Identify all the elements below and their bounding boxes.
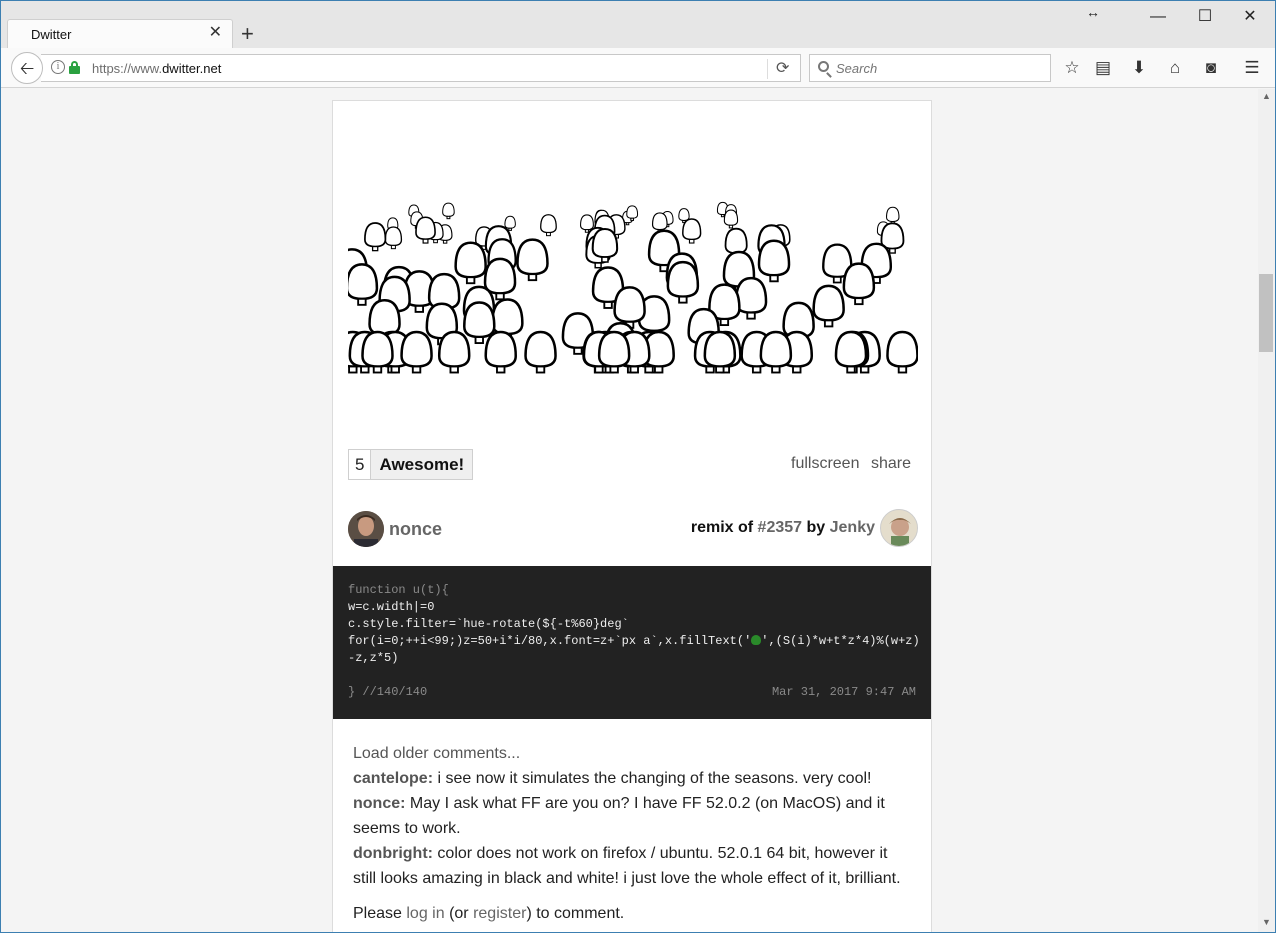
search-placeholder: Search — [836, 61, 878, 76]
tree-mark — [524, 330, 557, 374]
code-line: for(i=0;++i<99;)z=50+i*i/80,x.font=z+`px… — [348, 634, 752, 648]
tree-mark — [454, 241, 487, 285]
new-tab-icon[interactable]: + — [241, 23, 254, 45]
comments-section: Load older comments... cantelope: i see … — [353, 741, 913, 926]
close-tab-icon[interactable]: ✕ — [209, 25, 222, 41]
code-length: } //140/140 — [348, 685, 428, 699]
page-scrollbar[interactable]: ▲ ▼ — [1258, 89, 1275, 932]
load-older-comments-link[interactable]: Load older comments... — [353, 741, 913, 766]
tree-mark — [666, 260, 700, 304]
code-line: -z,z*5) — [348, 651, 399, 665]
search-input[interactable]: Search — [809, 54, 1051, 82]
tree-mark — [364, 222, 387, 252]
tree-mark — [734, 276, 768, 320]
code-line: w=c.width|=0 — [348, 600, 435, 614]
tree-mark — [886, 206, 900, 225]
author-avatar[interactable] — [348, 511, 384, 547]
tree-mark — [723, 209, 739, 229]
tab-strip: Dwitter ✕ + ↔ — ☐ ✕ — [1, 1, 1275, 49]
minimize-icon[interactable]: — — [1143, 7, 1173, 27]
register-link[interactable]: register — [473, 905, 526, 922]
reload-icon[interactable]: ⟳ — [776, 58, 789, 78]
resize-icon: ↔ — [1086, 4, 1100, 20]
fullscreen-link[interactable]: fullscreen — [791, 455, 859, 473]
code-block[interactable]: function u(t){ w=c.width|=0 c.style.filt… — [333, 566, 931, 719]
comment-author[interactable]: nonce: — [353, 795, 405, 812]
dweet-canvas[interactable] — [348, 176, 918, 381]
tree-mark — [682, 218, 702, 244]
dweet-card: 5 Awesome! fullscreen share nonce remix … — [332, 100, 932, 932]
search-icon — [818, 61, 829, 72]
back-button[interactable]: 🡠 — [11, 52, 43, 84]
remix-author-avatar[interactable] — [880, 509, 918, 547]
browser-window: Dwitter ✕ + ↔ — ☐ ✕ i https://www.dwitte… — [0, 0, 1276, 933]
comment-text: color does not work on firefox / ubuntu.… — [353, 845, 901, 887]
navigation-bar: i https://www.dwitter.net ⟳ 🡠 Search ☆ ▤… — [1, 48, 1275, 88]
tree-emoji-icon — [751, 635, 762, 645]
comment-text: May I ask what FF are you on? I have FF … — [353, 795, 885, 837]
info-icon[interactable]: i — [51, 60, 65, 74]
home-icon[interactable]: ⌂ — [1164, 57, 1186, 79]
author-name[interactable]: nonce — [389, 519, 442, 540]
bookmark-star-icon[interactable]: ☆ — [1061, 57, 1083, 79]
menu-icon[interactable]: ☰ — [1241, 57, 1263, 79]
code-header: function u(t){ — [348, 583, 449, 597]
comment: nonce: May I ask what FF are you on? I h… — [353, 791, 913, 841]
download-icon[interactable]: ⬇ — [1128, 57, 1150, 79]
tab-title: Dwitter — [31, 27, 72, 42]
post-date[interactable]: Mar 31, 2017 9:47 AM — [772, 685, 916, 699]
vote-count: 5 — [349, 450, 372, 479]
tab-dwitter[interactable]: Dwitter ✕ — [7, 19, 233, 49]
tree-mark — [348, 263, 379, 306]
comment-author[interactable]: donbright: — [353, 845, 433, 862]
scroll-up-icon[interactable]: ▲ — [1262, 91, 1271, 101]
lock-icon[interactable] — [69, 61, 80, 74]
share-link[interactable]: share — [871, 455, 911, 473]
reading-list-icon[interactable]: ▤ — [1092, 57, 1114, 79]
comment-text: i see now it simulates the changing of t… — [433, 770, 872, 787]
url-text[interactable]: https://www.dwitter.net — [92, 61, 221, 76]
code-line: c.style.filter=`hue-rotate(${-t%60}deg` — [348, 617, 629, 631]
tree-mark — [384, 226, 403, 250]
tree-mark — [442, 202, 455, 220]
close-window-icon[interactable]: ✕ — [1235, 7, 1265, 27]
url-bar[interactable]: i https://www.dwitter.net ⟳ — [41, 54, 801, 82]
tree-mark — [400, 330, 433, 374]
scroll-down-icon[interactable]: ▼ — [1262, 917, 1271, 927]
remix-author-link[interactable]: Jenky — [830, 519, 875, 536]
pocket-icon[interactable]: ◙ — [1200, 57, 1222, 79]
tree-mark — [842, 262, 876, 306]
login-link[interactable]: log in — [406, 905, 444, 922]
vote-box[interactable]: 5 Awesome! — [348, 449, 474, 480]
tree-mark — [540, 214, 557, 237]
tree-mark — [484, 330, 517, 374]
remix-link[interactable]: #2357 — [758, 519, 803, 536]
comment-author[interactable]: cantelope: — [353, 770, 433, 787]
scrollbar-thumb[interactable] — [1259, 274, 1273, 352]
comment: cantelope: i see now it simulates the ch… — [353, 766, 913, 791]
maximize-icon[interactable]: ☐ — [1190, 7, 1220, 27]
tree-mark — [886, 330, 918, 374]
tree-mark — [516, 238, 549, 282]
tree-mark — [812, 284, 845, 328]
login-prompt: Please log in (or register) to comment. — [353, 905, 625, 922]
tree-mark — [757, 239, 791, 283]
tree-mark — [437, 330, 471, 374]
remix-info: remix of #2357 by Jenky — [690, 519, 875, 536]
awesome-button[interactable]: Awesome! — [371, 450, 473, 479]
code-line: ',(S(i)*w+t*z*4)%(w+z) — [761, 634, 920, 648]
comment: donbright: color does not work on firefo… — [353, 841, 913, 891]
